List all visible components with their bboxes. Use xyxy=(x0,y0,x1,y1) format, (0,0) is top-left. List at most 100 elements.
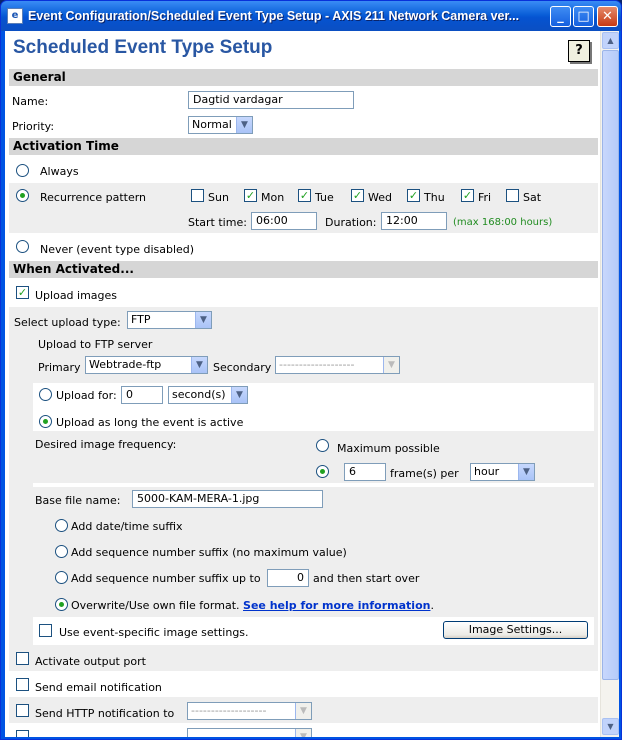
http-target-select[interactable]: ------------------- ▼ xyxy=(187,702,312,720)
section-general: General xyxy=(9,69,598,86)
upload-for-label: Upload for: xyxy=(56,389,117,402)
next-select[interactable]: ▼ xyxy=(187,728,312,737)
never-radio[interactable] xyxy=(16,240,29,253)
name-input[interactable]: Dagtid vardagar xyxy=(188,91,354,109)
ie-page-icon: e xyxy=(7,8,23,24)
next-checkbox[interactable] xyxy=(16,730,29,737)
suffix-datetime-radio[interactable] xyxy=(55,519,68,532)
recurrence-radio[interactable] xyxy=(16,189,29,202)
day-checkbox-wed[interactable]: ✓ xyxy=(351,189,364,202)
scroll-down-icon[interactable]: ▼ xyxy=(602,718,619,735)
page-client-area: Scheduled Event Type Setup ? General Nam… xyxy=(5,31,619,737)
primary-server-value: Webtrade-ftp xyxy=(89,358,162,371)
name-label: Name: xyxy=(12,95,49,108)
upload-type-select[interactable]: FTP ▼ xyxy=(127,311,212,329)
chevron-down-icon: ▼ xyxy=(231,387,247,403)
upload-for-radio[interactable] xyxy=(39,388,52,401)
day-checkbox-sat[interactable] xyxy=(506,189,519,202)
overwrite-radio[interactable] xyxy=(55,598,68,611)
frames-unit-value: hour xyxy=(474,465,500,478)
primary-server-select[interactable]: Webtrade-ftp ▼ xyxy=(85,356,208,374)
chevron-down-icon: ▼ xyxy=(518,464,534,480)
scroll-thumb[interactable] xyxy=(602,50,619,680)
base-name-label: Base file name: xyxy=(35,494,121,507)
suffix-seq-radio[interactable] xyxy=(55,545,68,558)
never-label: Never (event type disabled) xyxy=(40,243,195,256)
frames-label: frame(s) per xyxy=(390,467,459,480)
chevron-down-icon: ▼ xyxy=(383,357,399,373)
frames-radio[interactable] xyxy=(316,465,329,478)
day-checkbox-mon[interactable]: ✓ xyxy=(244,189,257,202)
day-checkbox-thu[interactable]: ✓ xyxy=(407,189,420,202)
upload-for-input[interactable]: 0 xyxy=(121,386,163,404)
always-radio[interactable] xyxy=(16,164,29,177)
page-title: Scheduled Event Type Setup xyxy=(13,37,273,58)
secondary-server-select[interactable]: ------------------- ▼ xyxy=(275,356,400,374)
overwrite-label: Overwrite/Use own file format. xyxy=(71,599,240,612)
close-button[interactable]: ✕ xyxy=(597,6,618,27)
duration-input[interactable]: 12:00 xyxy=(381,212,447,230)
chevron-down-icon: ▼ xyxy=(195,312,211,328)
recurrence-label: Recurrence pattern xyxy=(40,191,147,204)
priority-value: Normal xyxy=(192,118,232,131)
chevron-down-icon: ▼ xyxy=(191,357,207,373)
upload-for-unit-value: second(s) xyxy=(172,388,226,401)
help-link[interactable]: See help for more information xyxy=(243,599,430,612)
frames-input[interactable]: 6 xyxy=(344,463,386,481)
upload-images-checkbox[interactable]: ✓ xyxy=(16,286,29,299)
duration-label: Duration: xyxy=(325,216,377,229)
help-icon[interactable]: ? xyxy=(568,40,590,62)
suffix-seq-upto-label: Add sequence number suffix up to xyxy=(71,572,261,585)
http-checkbox[interactable] xyxy=(16,704,29,717)
day-checkbox-tue[interactable]: ✓ xyxy=(298,189,311,202)
help-link-after: . xyxy=(430,599,434,612)
title-bar[interactable]: e Event Configuration/Scheduled Event Ty… xyxy=(1,1,621,31)
scroll-up-icon[interactable]: ▲ xyxy=(602,32,619,49)
window-title: Event Configuration/Scheduled Event Type… xyxy=(28,9,520,23)
start-time-input[interactable]: 06:00 xyxy=(251,212,317,230)
browser-window: e Event Configuration/Scheduled Event Ty… xyxy=(0,0,622,740)
secondary-label: Secondary xyxy=(213,361,272,374)
image-settings-button[interactable]: Image Settings... xyxy=(443,621,588,639)
suffix-seq-upto-input[interactable]: 0 xyxy=(267,569,309,587)
vertical-scrollbar[interactable]: ▲ ▼ xyxy=(600,31,619,737)
page-content: Scheduled Event Type Setup ? General Nam… xyxy=(5,31,600,737)
event-settings-checkbox[interactable] xyxy=(39,624,52,637)
always-label: Always xyxy=(40,165,79,178)
output-port-checkbox[interactable] xyxy=(16,652,29,665)
upload-images-label: Upload images xyxy=(35,289,118,302)
base-name-input[interactable]: 5000-KAM-MERA-1.jpg xyxy=(132,490,323,508)
chevron-down-icon: ▼ xyxy=(295,703,311,719)
section-activation-time: Activation Time xyxy=(9,138,598,155)
suffix-datetime-label: Add date/time suffix xyxy=(71,520,183,533)
day-label-wed: Wed xyxy=(368,191,392,204)
upload-active-radio[interactable] xyxy=(39,415,52,428)
priority-label: Priority: xyxy=(12,120,55,133)
day-label-tue: Tue xyxy=(315,191,334,204)
max-possible-radio[interactable] xyxy=(316,439,329,452)
chevron-down-icon: ▼ xyxy=(295,729,311,737)
minimize-button[interactable]: _ xyxy=(550,6,571,27)
day-checkbox-fri[interactable]: ✓ xyxy=(461,189,474,202)
chevron-down-icon: ▼ xyxy=(236,117,252,133)
ftp-heading: Upload to FTP server xyxy=(38,338,153,351)
day-label-sat: Sat xyxy=(523,191,542,204)
upload-active-label: Upload as long the event is active xyxy=(56,416,244,429)
frequency-label: Desired image frequency: xyxy=(35,438,177,451)
maximize-button[interactable]: □ xyxy=(573,6,594,27)
section-when-activated: When Activated... xyxy=(9,261,598,278)
upload-type-value: FTP xyxy=(131,313,151,326)
http-label: Send HTTP notification to xyxy=(35,707,175,720)
http-target-value: ------------------- xyxy=(191,704,267,717)
frames-unit-select[interactable]: hour ▼ xyxy=(470,463,535,481)
upload-for-unit-select[interactable]: second(s) ▼ xyxy=(168,386,248,404)
max-possible-label: Maximum possible xyxy=(337,442,440,455)
email-label: Send email notification xyxy=(35,681,162,694)
upload-type-label: Select upload type: xyxy=(14,316,121,329)
day-label-mon: Mon xyxy=(261,191,285,204)
suffix-seq-upto-radio[interactable] xyxy=(55,571,68,584)
day-checkbox-sun[interactable] xyxy=(191,189,204,202)
priority-select[interactable]: Normal ▼ xyxy=(188,116,253,134)
event-settings-label: Use event-specific image settings. xyxy=(59,626,249,639)
email-checkbox[interactable] xyxy=(16,678,29,691)
